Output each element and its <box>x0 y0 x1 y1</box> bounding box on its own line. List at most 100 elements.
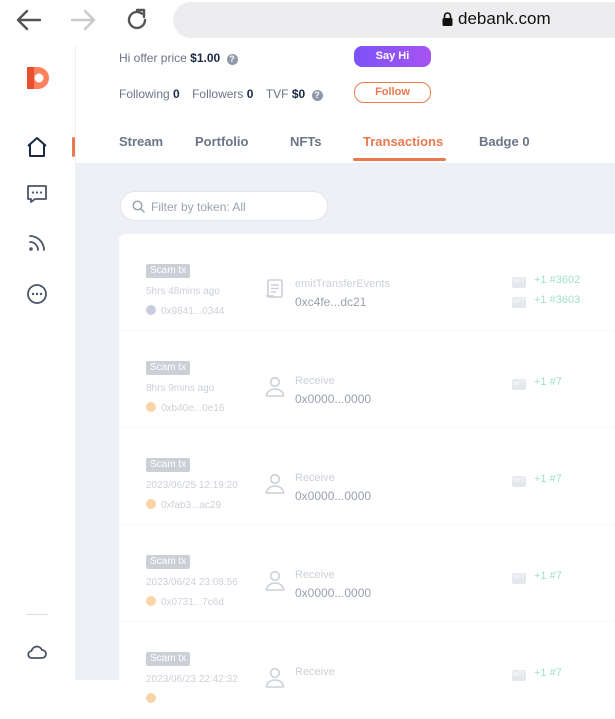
filter-placeholder: Filter by token: All <box>151 200 246 214</box>
transaction-row[interactable]: Scam tx 5hrs 48mins ago 0x9841...0344 emitT… <box>119 234 615 331</box>
tx-time: 2023/06/25 12:19:20 <box>146 480 238 491</box>
nft-icon: NFT <box>512 670 526 681</box>
nft-icon: NFT <box>512 379 526 390</box>
profile-tabs: Stream Portfolio NFTs Transactions Badge… <box>76 118 615 162</box>
contract-icon <box>264 278 286 300</box>
tx-token-change[interactable]: NFT +1 #7 <box>512 473 562 487</box>
following-label[interactable]: Following <box>119 87 170 101</box>
tab-transactions[interactable]: Transactions <box>363 134 443 149</box>
search-icon <box>132 200 145 213</box>
scam-tx-badge: Scam tx <box>146 652 191 666</box>
tx-from[interactable]: 0x0731...7c6d <box>146 596 224 608</box>
tx-token-change[interactable]: NFT +1 #7 <box>512 667 562 681</box>
user-icon <box>264 472 286 494</box>
user-icon <box>264 569 286 591</box>
user-icon <box>264 666 286 688</box>
tvf-label: TVF <box>265 87 289 101</box>
sidebar <box>0 45 76 680</box>
tx-address[interactable]: 0x0000...0000 <box>295 489 371 503</box>
transaction-row[interactable]: Scam tx 2023/06/23 22:42:32 Receive NFT +1 #… <box>119 622 615 719</box>
transaction-row[interactable]: Scam tx 2023/06/24 23:08:56 0x0731...7c6d R… <box>119 525 615 622</box>
tab-badge[interactable]: Badge 0 <box>479 134 530 149</box>
arbitrum-icon <box>146 402 156 412</box>
tx-token-amount: +1 #7 <box>534 376 562 388</box>
browser-toolbar: debank.com <box>0 0 615 40</box>
forward-button[interactable] <box>69 6 97 34</box>
arbitrum-icon <box>146 596 156 606</box>
nft-icon: NFT <box>512 476 526 487</box>
tx-from[interactable] <box>146 693 161 705</box>
tx-address[interactable]: 0xc4fe...dc21 <box>295 295 366 309</box>
nft-icon: NFT <box>512 573 526 584</box>
debank-logo[interactable] <box>25 65 51 91</box>
help-icon[interactable]: ? <box>311 90 323 101</box>
tx-token-amount: +1 #3603 <box>534 294 581 306</box>
url-text: debank.com <box>458 9 551 28</box>
scam-tx-badge: Scam tx <box>146 458 191 472</box>
tx-from-address[interactable]: 0xfab3...ac29 <box>161 500 221 511</box>
transaction-row[interactable]: Scam tx 2023/06/25 12:19:20 0xfab3...ac29 R… <box>119 428 615 525</box>
tx-type: Receive <box>295 666 335 678</box>
tx-type: Receive <box>295 472 335 484</box>
tx-time: 8hrs 9mins ago <box>146 383 215 394</box>
tx-token-change[interactable]: NFT +1 #3603 <box>512 294 580 308</box>
tx-from-address[interactable]: 0x0731...7c6d <box>161 597 224 608</box>
tx-token-amount: +1 #3602 <box>534 274 581 286</box>
home-icon[interactable] <box>25 135 49 159</box>
transaction-row[interactable]: Scam tx 8hrs 9mins ago 0xb40e...0e16 Receiv… <box>119 331 615 428</box>
tx-token-change[interactable]: NFT +1 #7 <box>512 570 562 584</box>
back-button[interactable] <box>15 6 43 34</box>
tab-nfts[interactable]: NFTs <box>290 134 322 149</box>
offer-price-row: Hi offer price $1.00 ? <box>119 51 238 65</box>
chat-icon[interactable] <box>25 182 49 206</box>
reload-icon <box>127 8 147 30</box>
say-hi-button[interactable]: Say Hi <box>354 46 431 67</box>
more-icon[interactable] <box>25 282 49 306</box>
tx-token-amount: +1 #7 <box>534 473 562 485</box>
token-filter-input[interactable]: Filter by token: All <box>120 191 328 221</box>
cloud-icon[interactable] <box>25 640 49 664</box>
tx-from[interactable]: 0x9841...0344 <box>146 305 224 317</box>
help-icon[interactable]: ? <box>226 54 238 65</box>
tx-time: 5hrs 48mins ago <box>146 286 220 297</box>
offer-price-label: Hi offer price <box>119 51 187 65</box>
tab-portfolio[interactable]: Portfolio <box>195 134 248 149</box>
tx-type: emitTransferEvents <box>295 278 390 290</box>
scam-tx-badge: Scam tx <box>146 361 191 375</box>
feed-icon[interactable] <box>25 231 49 255</box>
tx-token-change[interactable]: NFT +1 #7 <box>512 376 562 390</box>
transactions-list: Scam tx 5hrs 48mins ago 0x9841...0344 emitT… <box>119 234 615 719</box>
reload-button[interactable] <box>123 6 151 34</box>
following-count[interactable]: 0 <box>173 87 180 101</box>
back-arrow-icon <box>16 9 42 31</box>
scam-tx-badge: Scam tx <box>146 555 191 569</box>
tab-stream[interactable]: Stream <box>119 134 163 149</box>
follow-button[interactable]: Follow <box>354 82 431 103</box>
tx-from-address[interactable]: 0x9841...0344 <box>161 306 224 317</box>
active-tab-underline <box>353 158 446 161</box>
user-icon <box>264 375 286 397</box>
tx-token-amount: +1 #7 <box>534 570 562 582</box>
nft-icon: NFT <box>512 297 526 308</box>
forward-arrow-icon <box>70 9 96 31</box>
tx-type: Receive <box>295 375 335 387</box>
sidebar-divider <box>26 614 48 615</box>
tx-from[interactable]: 0xb40e...0e16 <box>146 402 224 414</box>
arbitrum-icon <box>146 693 156 703</box>
tx-from[interactable]: 0xfab3...ac29 <box>146 499 221 511</box>
tx-address[interactable]: 0x0000...0000 <box>295 586 371 600</box>
tx-from-address[interactable]: 0xb40e...0e16 <box>161 403 224 414</box>
nft-icon: NFT <box>512 277 526 288</box>
tx-token-change[interactable]: NFT +1 #3602 <box>512 274 580 288</box>
offer-price-value: $1.00 <box>190 51 221 65</box>
lock-icon <box>442 12 453 26</box>
follow-stats-row: Following 0 Followers 0 TVF $0 ? <box>119 87 323 101</box>
scam-tx-badge: Scam tx <box>146 264 191 278</box>
active-indicator <box>72 137 75 157</box>
followers-label[interactable]: Followers <box>192 87 243 101</box>
followers-count[interactable]: 0 <box>247 87 254 101</box>
tvf-value: $0 <box>291 87 306 101</box>
tx-address[interactable]: 0x0000...0000 <box>295 392 371 406</box>
eth-icon <box>146 305 156 315</box>
arbitrum-icon <box>146 499 156 509</box>
